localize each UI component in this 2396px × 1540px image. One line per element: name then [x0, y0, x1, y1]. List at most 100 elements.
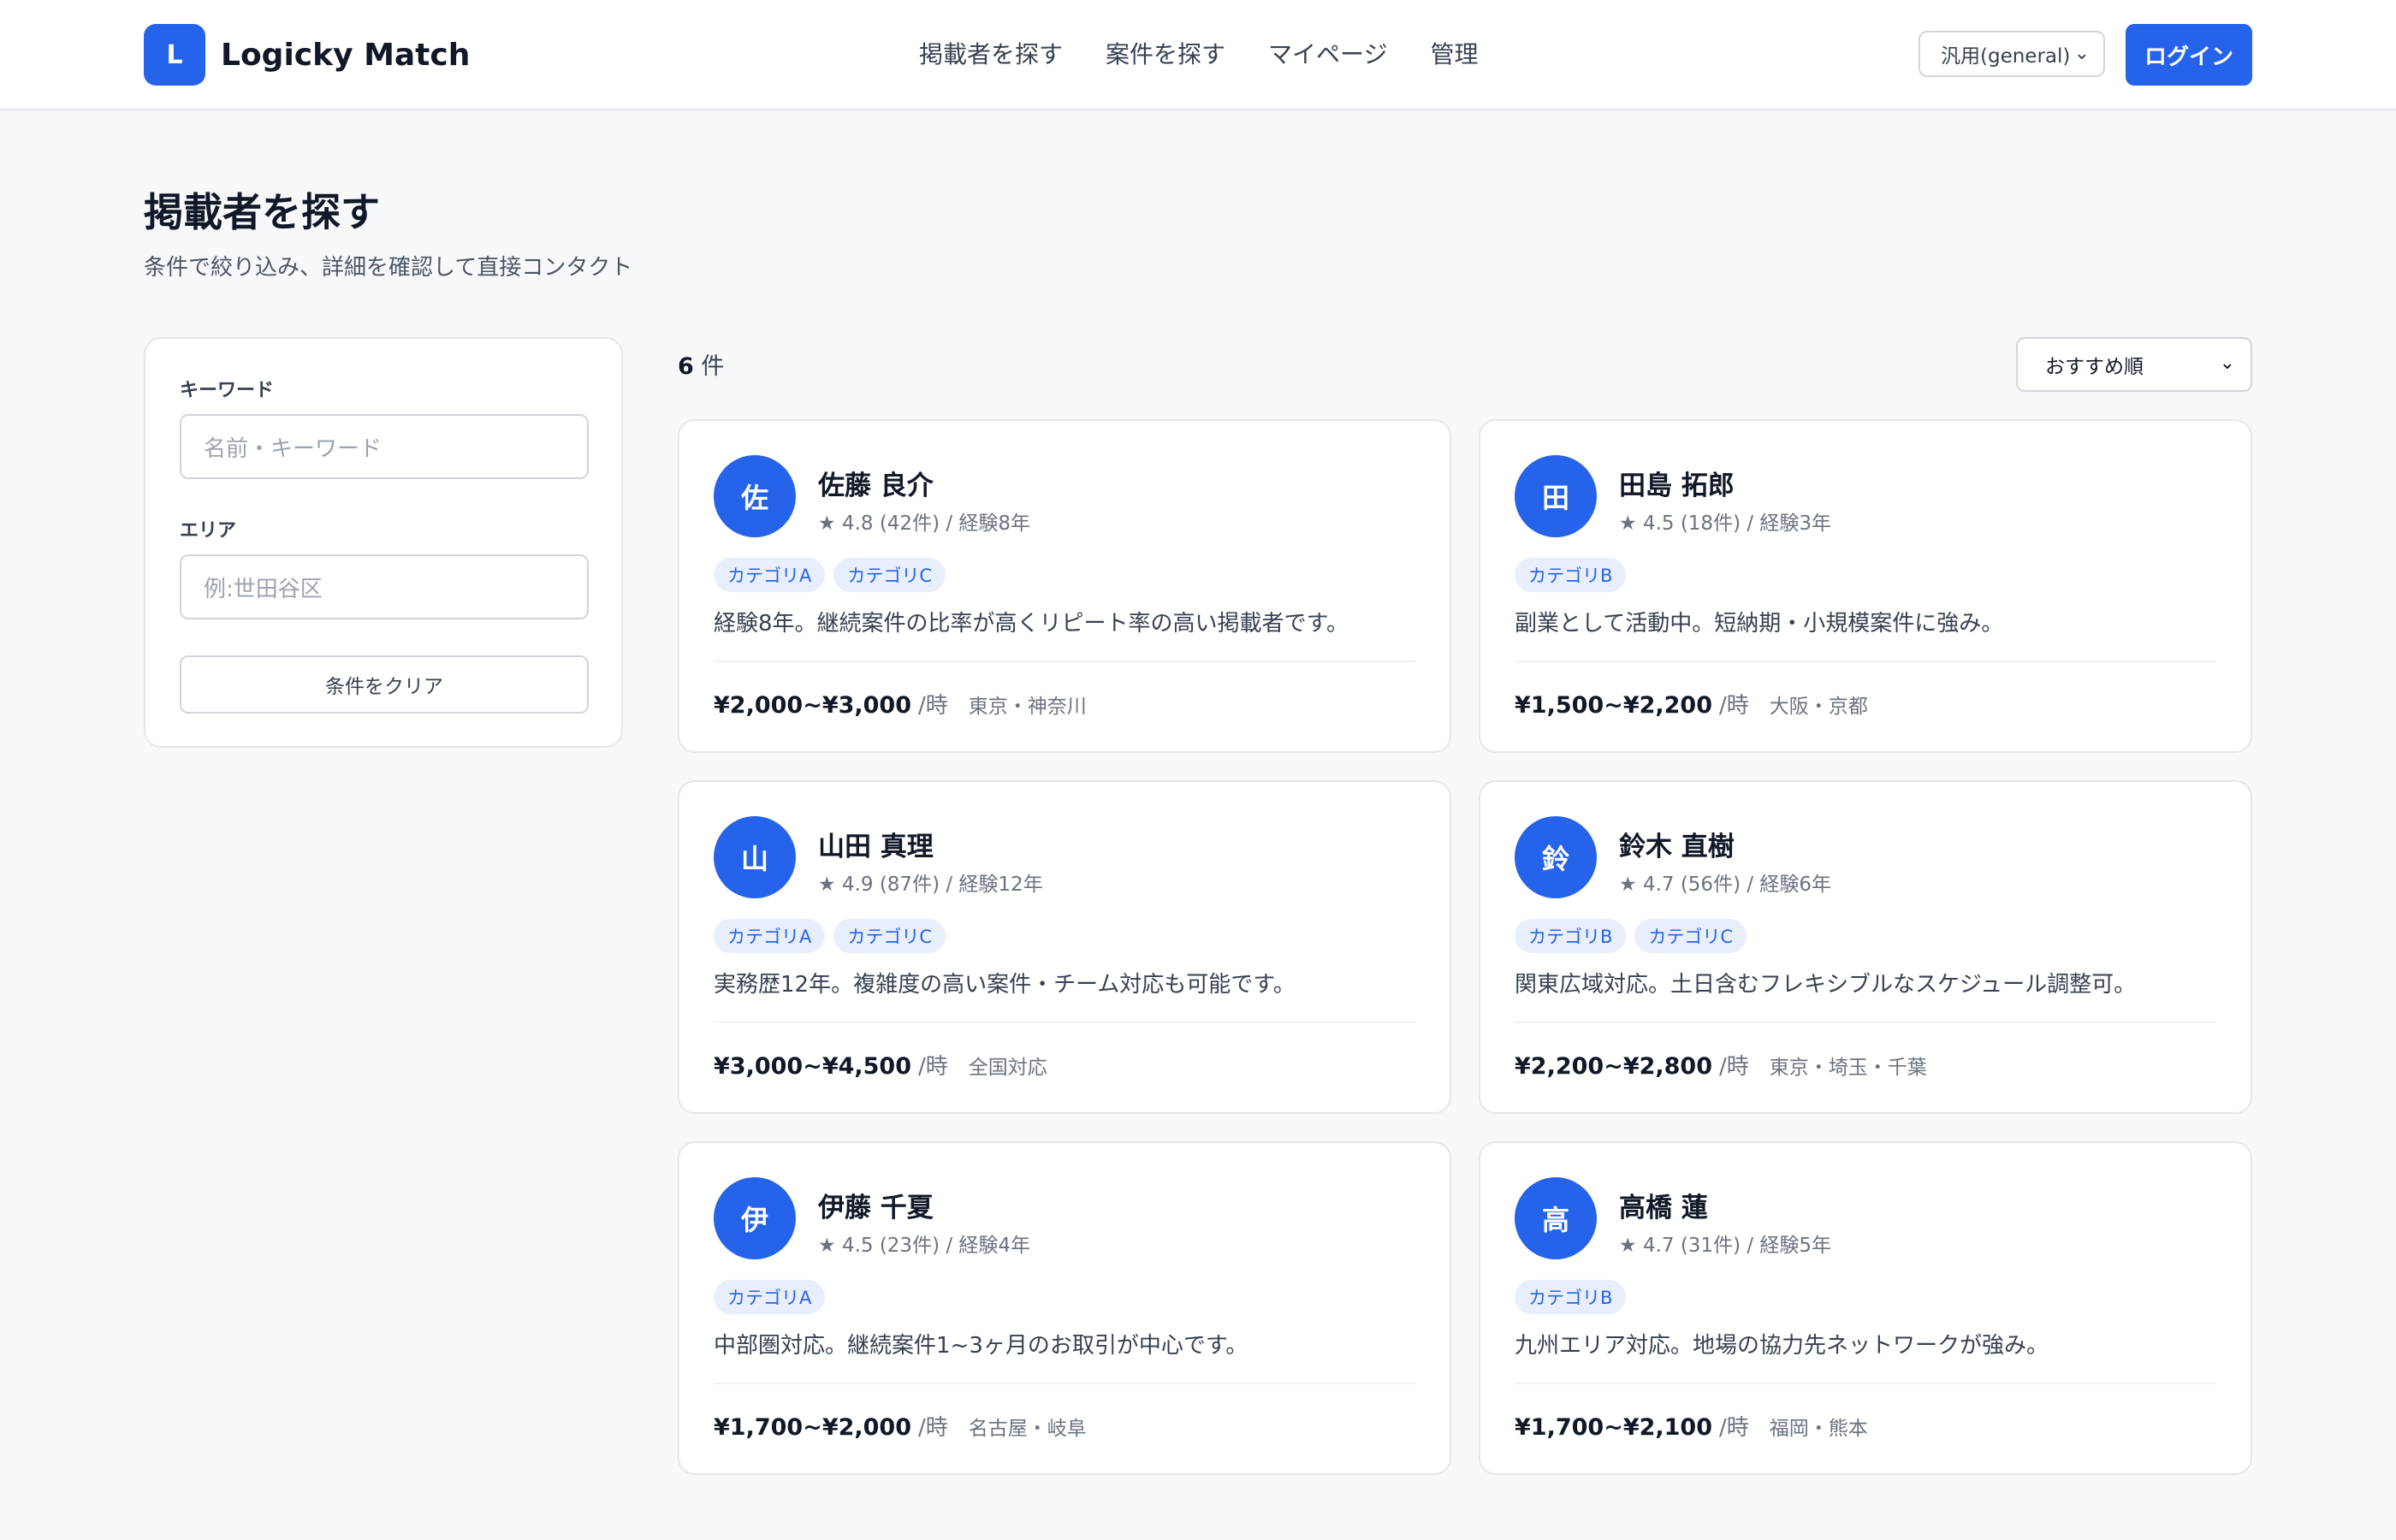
category-tag: カテゴリA — [714, 1280, 826, 1314]
tag-list: カテゴリA カテゴリC — [714, 919, 946, 953]
publisher-description: 九州エリア対応。地場の協力先ネットワークが強み。 — [1515, 1333, 2049, 1359]
review-count: (31件) — [1680, 1235, 1741, 1257]
experience: 経験3年 — [1759, 512, 1832, 535]
card-divider — [714, 1383, 1415, 1384]
mode-select[interactable]: 汎用(general) ⌄ — [1919, 31, 2105, 77]
experience: 経験6年 — [1759, 874, 1832, 896]
card-footer: ¥1,700~¥2,000 /時 名古屋・岐阜 — [714, 1410, 1087, 1442]
price-range: ¥2,200~¥2,800 — [1515, 1053, 1713, 1080]
publisher-description: 中部圏対応。継続案件1~3ヶ月のお取引が中心です。 — [714, 1333, 1248, 1359]
area-label: エリア — [180, 520, 237, 542]
category-tag: カテゴリB — [1515, 558, 1627, 592]
star-icon: ★ — [818, 1235, 836, 1257]
nav-find-projects[interactable]: 案件を探す — [1106, 34, 1225, 75]
review-count: (56件) — [1680, 874, 1741, 896]
tag-list: カテゴリA カテゴリC — [714, 558, 946, 592]
price-range: ¥1,700~¥2,000 — [714, 1414, 912, 1441]
meta-separator: / — [946, 512, 953, 535]
publisher-card[interactable]: 鈴 鈴木 直樹 ★ 4.7 (56件) / 経験6年 カテゴリB カテゴリC 関東… — [1479, 780, 2252, 1114]
avatar: 山 — [714, 816, 796, 898]
experience: 経験8年 — [958, 512, 1031, 535]
service-area: 福岡・熊本 — [1769, 1418, 1868, 1440]
price-range: ¥1,500~¥2,200 — [1515, 692, 1713, 719]
area-placeholder: 例:世田谷区 — [204, 576, 323, 602]
rating-value: 4.8 — [841, 512, 874, 535]
meta-separator: / — [946, 874, 953, 896]
publisher-name[interactable]: 鈴木 直樹 — [1619, 825, 1735, 863]
avatar: 田 — [1515, 455, 1597, 537]
publisher-card[interactable]: 高 高橋 蓮 ★ 4.7 (31件) / 経験5年 カテゴリB 九州エリア対応。… — [1479, 1141, 2252, 1475]
card-divider — [1515, 1383, 2216, 1384]
review-count: (18件) — [1680, 512, 1741, 535]
rating-meta: ★ 4.8 (42件) / 経験8年 — [818, 506, 1030, 536]
filter-panel: キーワード 名前・キーワード エリア 例:世田谷区 条件をクリア — [144, 337, 623, 748]
rating-value: 4.9 — [841, 874, 874, 896]
publisher-name[interactable]: 田島 拓郎 — [1619, 464, 1735, 502]
keyword-placeholder: 名前・キーワード — [204, 435, 383, 462]
star-icon: ★ — [1619, 874, 1637, 896]
avatar: 高 — [1515, 1177, 1597, 1259]
card-footer: ¥2,200~¥2,800 /時 東京・埼玉・千葉 — [1515, 1049, 1927, 1081]
publisher-description: 経験8年。継続案件の比率が高くリピート率の高い掲載者です。 — [714, 611, 1349, 637]
price-range: ¥1,700~¥2,100 — [1515, 1414, 1713, 1441]
nav-mypage[interactable]: マイページ — [1268, 34, 1387, 75]
main-nav: 掲載者を探す 案件を探す マイページ 管理 — [919, 34, 1479, 75]
tag-list: カテゴリB カテゴリC — [1515, 919, 1747, 953]
rating-meta: ★ 4.5 (23件) / 経験4年 — [818, 1229, 1030, 1258]
publisher-description: 副業として活動中。短納期・小規模案件に強み。 — [1515, 611, 2004, 637]
service-area: 大阪・京都 — [1769, 696, 1868, 718]
brand-logo[interactable]: L Logicky Match — [144, 24, 470, 86]
category-tag: カテゴリC — [833, 919, 946, 953]
login-button[interactable]: ログイン — [2126, 24, 2252, 86]
top-header: L Logicky Match 掲載者を探す 案件を探す マイページ 管理 汎用… — [0, 0, 2396, 110]
card-divider — [714, 1022, 1415, 1023]
meta-separator: / — [946, 1235, 953, 1257]
price-unit: /時 — [918, 693, 948, 719]
keyword-label: キーワード — [180, 380, 275, 401]
publisher-card[interactable]: 佐 佐藤 良介 ★ 4.8 (42件) / 経験8年 カテゴリA カテゴリC 経験… — [678, 419, 1451, 753]
category-tag: カテゴリC — [1634, 919, 1747, 953]
publisher-name[interactable]: 伊藤 千夏 — [818, 1186, 934, 1224]
card-footer: ¥2,000~¥3,000 /時 東京・神奈川 — [714, 688, 1087, 720]
price-unit: /時 — [918, 1054, 948, 1080]
meta-separator: / — [1747, 512, 1754, 535]
publisher-name[interactable]: 高橋 蓮 — [1619, 1186, 1708, 1224]
price-unit: /時 — [1719, 693, 1749, 719]
publisher-name[interactable]: 佐藤 良介 — [818, 464, 934, 502]
sort-select[interactable]: おすすめ順 ⌄ — [2016, 337, 2252, 392]
rating-value: 4.7 — [1642, 874, 1675, 896]
card-divider — [1515, 1022, 2216, 1023]
publisher-name[interactable]: 山田 真理 — [818, 825, 934, 863]
service-area: 東京・神奈川 — [968, 696, 1087, 718]
sort-select-value: おすすめ順 — [2045, 356, 2144, 378]
price-unit: /時 — [1719, 1054, 1749, 1080]
meta-separator: / — [1747, 1235, 1754, 1257]
mode-select-value: 汎用(general) — [1941, 45, 2071, 68]
result-count-unit: 件 — [701, 353, 725, 380]
price-range: ¥3,000~¥4,500 — [714, 1053, 912, 1080]
star-icon: ★ — [818, 512, 836, 535]
publisher-card[interactable]: 山 山田 真理 ★ 4.9 (87件) / 経験12年 カテゴリA カテゴリC 実… — [678, 780, 1451, 1114]
app-name: Logicky Match — [221, 37, 471, 73]
clear-filters-button[interactable]: 条件をクリア — [180, 655, 589, 714]
result-count-number: 6 — [678, 353, 694, 380]
publisher-card[interactable]: 伊 伊藤 千夏 ★ 4.5 (23件) / 経験4年 カテゴリA 中部圏対応。継… — [678, 1141, 1451, 1475]
card-divider — [1515, 660, 2216, 662]
category-tag: カテゴリA — [714, 558, 826, 592]
price-range: ¥2,000~¥3,000 — [714, 692, 912, 719]
star-icon: ★ — [818, 874, 836, 896]
keyword-input[interactable]: 名前・キーワード — [180, 414, 589, 479]
page-title: 掲載者を探す — [144, 189, 380, 235]
category-tag: カテゴリA — [714, 919, 826, 953]
experience: 経験12年 — [958, 874, 1043, 896]
publisher-description: 関東広域対応。土日含むフレキシブルなスケジュール調整可。 — [1515, 972, 2137, 998]
rating-meta: ★ 4.7 (56件) / 経験6年 — [1619, 868, 1831, 897]
nav-find-publishers[interactable]: 掲載者を探す — [919, 34, 1063, 75]
meta-separator: / — [1747, 874, 1754, 896]
publisher-card[interactable]: 田 田島 拓郎 ★ 4.5 (18件) / 経験3年 カテゴリB 副業として活動… — [1479, 419, 2252, 753]
area-input[interactable]: 例:世田谷区 — [180, 554, 589, 619]
nav-admin[interactable]: 管理 — [1430, 34, 1478, 75]
rating-meta: ★ 4.9 (87件) / 経験12年 — [818, 868, 1043, 897]
price-unit: /時 — [918, 1415, 948, 1441]
card-footer: ¥3,000~¥4,500 /時 全国対応 — [714, 1049, 1047, 1081]
